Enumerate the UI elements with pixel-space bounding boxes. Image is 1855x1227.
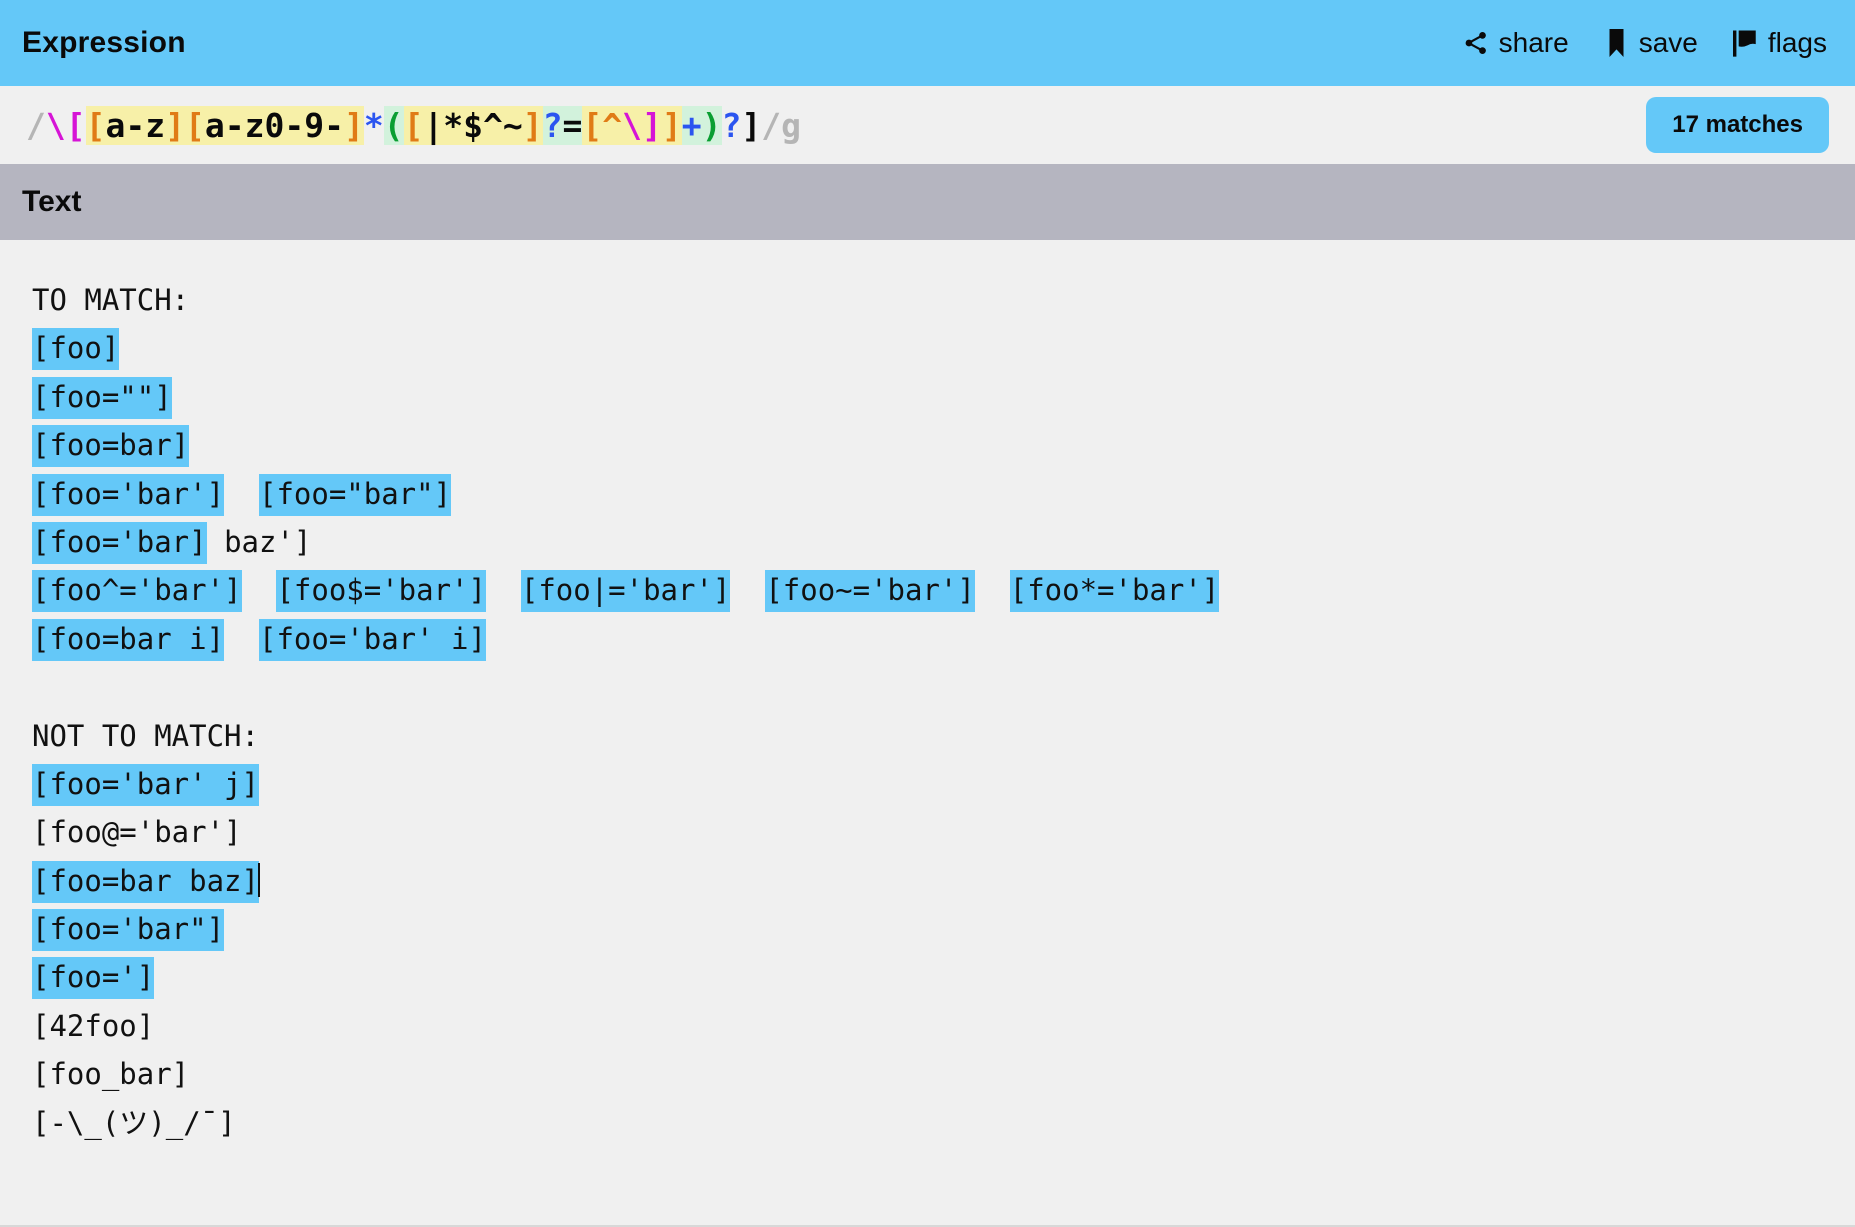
regex-token-21: + [681,105,702,145]
match-highlight: [foo='bar] [32,521,207,564]
text-segment [486,573,521,607]
regex-token-15: = [562,105,583,145]
regex-token-11: [ [403,105,424,145]
text-line: [foo='bar] baz'] [32,518,1855,566]
flag-icon [1732,28,1759,58]
text-segment [975,573,1010,607]
text-line: TO MATCH: [32,276,1855,324]
regex-token-13: ] [522,105,543,145]
regex-token-22: ) [701,105,722,145]
regex-expression-input[interactable]: /\[[a-z][a-z0-9-]*([|*$^~]?=[^\]]+)?]/g [26,105,802,145]
text-segment: [42foo] [32,1008,155,1043]
header-actions: share save flags [1463,28,1827,58]
text-segment [730,573,765,607]
match-highlight: [foo=bar i] [32,618,225,661]
text-section-header: Text [0,164,1855,240]
text-line: [foo@='bar'] [32,808,1855,856]
text-segment [32,670,49,704]
expression-header: Expression share save flags [0,0,1855,86]
regex-tester-app: Expression share save flags /\[[a-z][a-z… [0,0,1855,1227]
test-text-editor[interactable]: TO MATCH: [foo] [foo=""] [foo=bar] [foo='bar… [0,240,1855,1227]
regex-token-7: a-z0-9- [204,105,344,145]
share-button[interactable]: share [1463,28,1569,58]
match-highlight: [foo='bar' i] [258,618,486,661]
text-line: [42foo] [32,1002,1855,1050]
regex-token-8: ] [343,105,364,145]
text-line: [foo] [32,324,1855,372]
text-line: [foo=bar baz] [32,857,1855,905]
match-highlight: [foo~='bar'] [765,570,975,613]
text-cursor [257,862,260,897]
text-segment [224,477,259,511]
text-segment [242,573,277,607]
text-line: [-\_(ツ)_/¯] [32,1099,1855,1147]
regex-token-17: ^ [602,105,623,145]
text-segment: [foo_bar] [32,1057,190,1092]
share-label: share [1498,27,1569,58]
regex-token-14: ? [542,105,563,145]
text-line: [foo=""] [32,373,1855,421]
regex-token-24: ] [741,105,762,145]
text-line: NOT TO MATCH: [32,712,1855,760]
match-highlight: [foo] [32,328,120,371]
text-segment: TO MATCH: [32,283,190,317]
regex-token-20: ] [661,105,682,145]
text-segment: [-\_(ツ)_/¯] [32,1105,236,1140]
regex-token-9: * [363,105,384,145]
match-highlight: [foo='bar"] [32,909,225,952]
text-segment: baz'] [206,524,312,559]
expression-input-row: /\[[a-z][a-z0-9-]*([|*$^~]?=[^\]]+)?]/g … [0,86,1855,164]
match-highlight: [foo=""] [32,376,172,419]
flags-button[interactable]: flags [1732,28,1827,58]
text-line: [foo^='bar'] [foo$='bar'] [foo|='bar'] [… [32,566,1855,614]
match-highlight: [foo*='bar'] [1009,570,1220,613]
regex-token-25: / [761,105,782,145]
save-button[interactable]: save [1603,28,1698,58]
regex-token-19: ] [642,105,662,145]
regex-token-18: \ [622,105,643,145]
text-line: [foo=bar i] [foo='bar' i] [32,615,1855,663]
regex-token-0: / [26,105,46,145]
text-line: [foo='] [32,953,1855,1001]
regex-token-6: [ [184,105,205,145]
match-highlight: [foo^='bar'] [32,570,242,613]
text-segment: [foo@='bar'] [32,815,242,850]
match-highlight: [foo="bar"] [258,473,452,516]
regex-token-16: [ [582,105,603,145]
flags-label: flags [1767,27,1827,58]
match-highlight: [foo=bar] [32,425,190,468]
regex-token-10: ( [383,105,404,145]
match-count-badge[interactable]: 17 matches [1646,97,1829,153]
text-line: [foo='bar"] [32,905,1855,953]
text-line: [foo=bar] [32,421,1855,469]
text-line: [foo_bar] [32,1050,1855,1098]
bookmark-icon [1603,28,1630,58]
match-highlight: [foo$='bar'] [276,570,486,613]
match-highlight: [foo=bar baz] [32,860,259,903]
text-segment [224,622,259,656]
regex-token-1: \ [45,105,66,145]
text-section-title: Text [22,185,82,218]
regex-token-26: g [781,105,802,145]
save-label: save [1638,27,1698,58]
match-highlight: [foo='bar'] [32,473,225,516]
text-line [32,663,1855,711]
text-line: [foo='bar' j] [32,760,1855,808]
match-highlight: [foo='] [32,957,155,1000]
regex-token-4: a-z [105,105,166,145]
match-highlight: [foo='bar' j] [32,763,259,806]
regex-token-23: ? [721,105,742,145]
text-segment: NOT TO MATCH: [32,718,259,753]
text-line: [foo='bar'] [foo="bar"] [32,470,1855,518]
regex-token-12: |*$^~ [423,105,523,145]
share-icon [1463,28,1490,58]
page-title: Expression [22,26,186,59]
regex-token-2: [ [65,105,86,145]
regex-token-3: [ [85,105,106,145]
regex-token-5: ] [165,105,185,145]
match-highlight: [foo|='bar'] [520,570,731,613]
